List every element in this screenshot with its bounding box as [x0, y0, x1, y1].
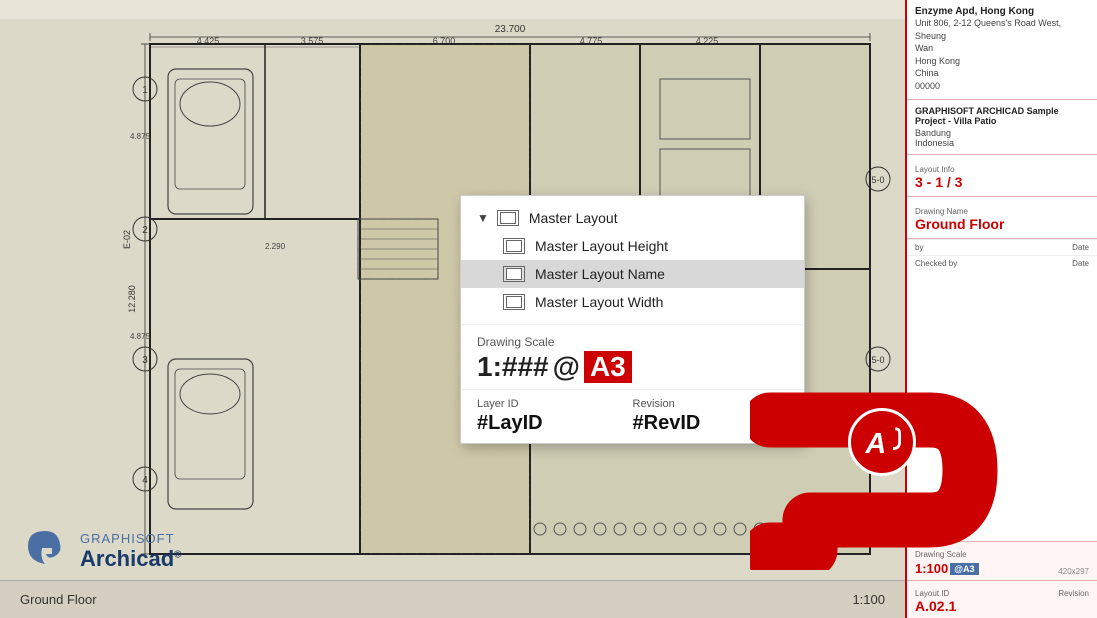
layer-id-col: Layer ID #LayID	[477, 398, 633, 435]
drawing-name-value: Ground Floor	[915, 216, 1089, 232]
company-section: Enzyme Apd, Hong Kong Unit 806, 2-12 Que…	[907, 0, 1097, 100]
scale-label: 1:100	[852, 592, 885, 607]
logo-area: GRAPHISOFT Archicad®	[20, 526, 182, 576]
rp-revision-label: Revision	[1058, 589, 1089, 598]
project-name: GRAPHISOFT ARCHICAD Sample Project - Vil…	[915, 106, 1089, 126]
archicad-a-logo: A	[860, 420, 904, 464]
project-location: Bandung Indonesia	[915, 128, 1089, 148]
svg-text:4.875: 4.875	[130, 332, 151, 341]
by-row: by Date	[907, 239, 1097, 255]
checked-by-row: Checked by Date	[907, 255, 1097, 271]
svg-text:12.280: 12.280	[127, 285, 137, 313]
dropdown-item-master-layout-height[interactable]: Master Layout Height	[461, 232, 804, 260]
layout-icon-width	[503, 294, 525, 310]
bottom-bar: Ground Floor 1:100	[0, 580, 905, 618]
svg-text:2.290: 2.290	[265, 242, 286, 251]
by-label: by	[915, 243, 923, 252]
ground-floor-label: Ground Floor	[20, 592, 97, 607]
rp-layout-id-label: Layout ID	[915, 589, 949, 598]
svg-text:23.700: 23.700	[495, 24, 526, 35]
brand-name: GRAPHISOFT	[80, 531, 182, 546]
graphisoft-logo-icon	[20, 526, 70, 576]
layer-id-value: #LayID	[477, 412, 633, 435]
archicad-circle-logo: A	[848, 408, 916, 476]
layout-items-section: ▼ Master Layout Master Layout Height Mas…	[461, 196, 804, 325]
layout-info-label: Layout Info	[915, 165, 1089, 174]
svg-text:E-02: E-02	[122, 230, 132, 249]
svg-text:A: A	[865, 428, 887, 460]
rp-layout-id-value: A.02.1	[915, 598, 1089, 614]
scale-section: Drawing Scale 1:### @ A3	[461, 325, 804, 390]
dropdown-item-master-layout[interactable]: ▼ Master Layout	[461, 204, 804, 232]
svg-text:1: 1	[142, 85, 148, 96]
drawing-scale-value: 1:### @ A3	[477, 351, 788, 383]
drawing-scale-label: Drawing Scale	[477, 335, 788, 349]
layer-id-label: Layer ID	[477, 398, 633, 410]
rp-layoutid-section: Layout ID Revision A.02.1	[907, 580, 1097, 618]
checked-by-label: Checked by	[915, 259, 957, 268]
dropdown-arrow-icon: ▼	[477, 211, 489, 225]
layout-icon-master	[497, 210, 519, 226]
layout-icon-height	[503, 238, 525, 254]
layout-icon-name	[503, 266, 525, 282]
svg-text:4.875: 4.875	[130, 132, 151, 141]
dropdown-item-master-layout-name[interactable]: Master Layout Name	[461, 260, 804, 288]
date-label: Date	[1072, 243, 1089, 252]
drawing-name-label: Drawing Name	[915, 207, 1089, 216]
company-name: Enzyme Apd, Hong Kong	[915, 6, 1089, 17]
drawing-size-note: 420x297	[1058, 567, 1089, 576]
drawing-name-section: Drawing Name Ground Floor	[907, 197, 1097, 239]
project-section: GRAPHISOFT ARCHICAD Sample Project - Vil…	[907, 100, 1097, 155]
layout-info-value: 3 - 1 / 3	[915, 174, 1089, 190]
company-address: Unit 806, 2-12 Queens's Road West, Sheun…	[915, 17, 1089, 93]
logo-text: GRAPHISOFT Archicad®	[80, 531, 182, 572]
layout-info-section: Layout Info 3 - 1 / 3	[907, 155, 1097, 197]
page-size-badge: A3	[584, 351, 632, 383]
svg-text:3: 3	[142, 355, 148, 366]
svg-text:5-0: 5-0	[871, 175, 884, 185]
svg-text:2: 2	[142, 225, 148, 236]
checked-date-label: Date	[1072, 259, 1089, 268]
svg-text:4: 4	[142, 475, 148, 486]
svg-text:5-0: 5-0	[871, 355, 884, 365]
product-name: Archicad®	[80, 546, 182, 572]
dropdown-item-master-layout-width[interactable]: Master Layout Width	[461, 288, 804, 316]
